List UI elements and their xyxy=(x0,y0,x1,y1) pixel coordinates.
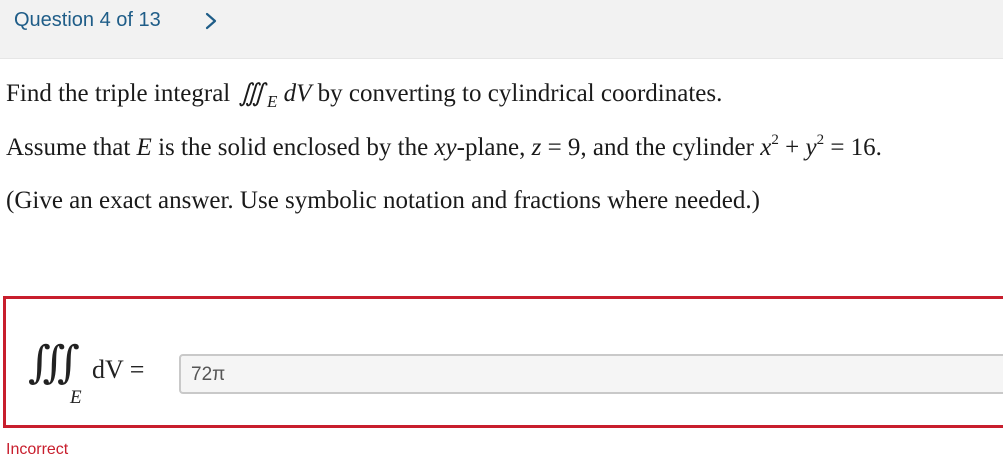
question-text: by converting to cylindrical coordinates… xyxy=(317,80,723,107)
math-var-y: y xyxy=(805,134,817,161)
question-line-3: (Give an exact answer. Use symbolic nota… xyxy=(6,187,760,214)
answer-lhs: dV = xyxy=(92,355,145,384)
math-var-x: x xyxy=(760,134,772,161)
question-text: -plane, xyxy=(456,134,526,161)
triple-integral-symbol: ∭ xyxy=(28,337,80,388)
math-var-xy: xy xyxy=(434,134,457,161)
differential: dV xyxy=(283,80,312,107)
math-var-z: z xyxy=(531,134,542,161)
chevron-right-icon xyxy=(205,12,217,30)
math-plus: + xyxy=(785,134,800,161)
math-var-E: E xyxy=(136,134,152,161)
answer-input[interactable]: 72π xyxy=(179,354,1003,394)
exponent: 2 xyxy=(816,132,825,148)
integral-region: E xyxy=(70,387,82,408)
next-question-button[interactable] xyxy=(198,8,224,34)
question-text: Assume that xyxy=(6,134,131,161)
question-line-1: Find the triple integral ∭ E dV by conver… xyxy=(6,78,723,111)
question-text: = 9, and the cylinder xyxy=(547,134,754,161)
question-text: Find the triple integral xyxy=(6,80,231,107)
triple-integral-symbol: ∭ xyxy=(238,80,266,107)
question-text: is the solid enclosed by the xyxy=(158,134,429,161)
question-header: Question 4 of 13 xyxy=(0,0,1003,59)
integral-region: E xyxy=(266,92,278,111)
exponent: 2 xyxy=(771,132,779,148)
question-line-2: Assume that E is the solid enclosed by t… xyxy=(6,132,882,162)
answer-box: ∭ E dV = 72π xyxy=(3,296,1003,428)
question-text: = 16. xyxy=(830,134,882,161)
feedback-status: Incorrect xyxy=(6,441,69,458)
question-counter: Question 4 of 13 xyxy=(14,9,161,31)
